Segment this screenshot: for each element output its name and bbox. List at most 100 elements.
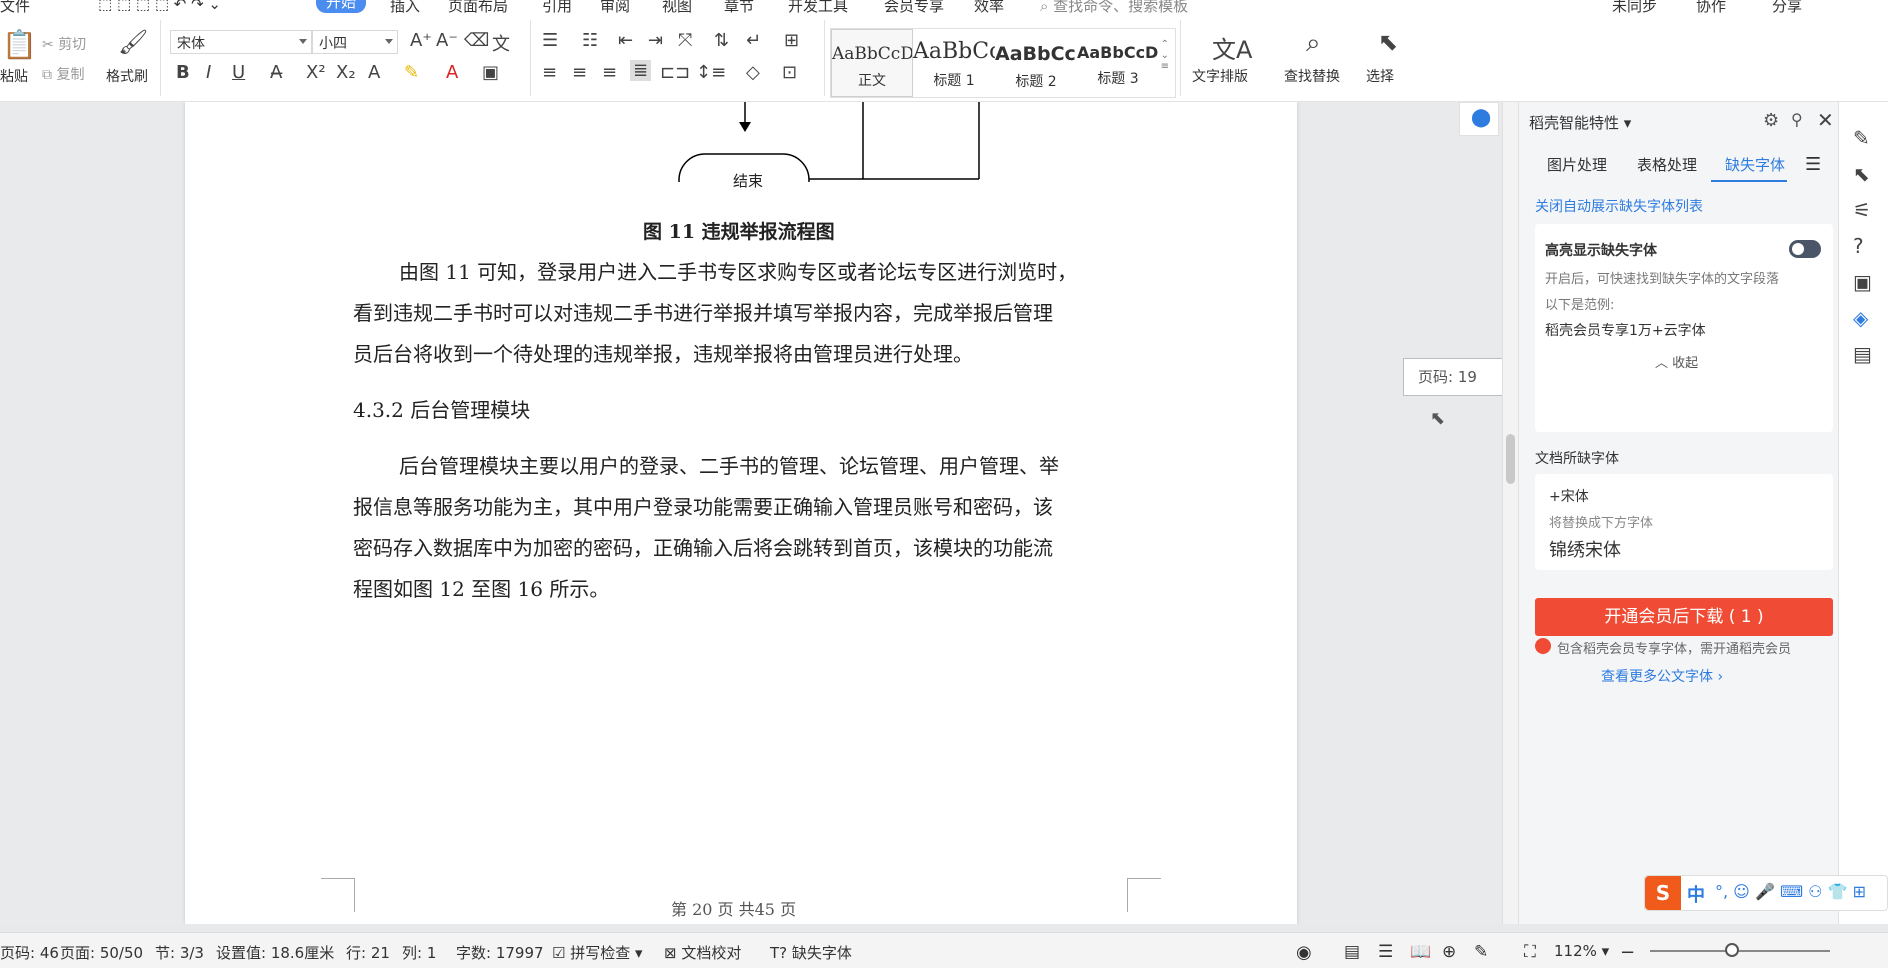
share-button[interactable]: 分享 [1772,0,1802,14]
phonetic-icon[interactable]: 文 [492,30,510,56]
tab-table[interactable]: 表格处理 [1637,154,1697,175]
vertical-scrollbar[interactable] [1502,102,1518,924]
sogou-logo-icon[interactable]: S [1645,876,1681,910]
sync-status[interactable]: 未同步 [1612,0,1657,14]
collapse-button[interactable]: ︿ 收起 [1655,352,1698,371]
italic-icon[interactable]: I [206,62,211,83]
status-setting[interactable]: 设置值: 18.6厘米 [216,942,334,963]
menu-devtools[interactable]: 开发工具 [788,0,848,14]
cursor-select-icon[interactable]: ⬉ [1378,28,1398,56]
quick-access-icons[interactable]: ⬚ ⬚ ⬚ ⬚ ↶ ↷ ⌄ [98,0,221,13]
borders-icon[interactable]: ⊡ [782,62,797,83]
grow-font-icon[interactable]: A⁺ [410,30,432,51]
location-pin[interactable]: ⬤ [1459,102,1499,136]
document-page[interactable]: 结束 图 11 违规举报流程图 由图 11 可知，登录用户进入二手书专区求购专区… [185,102,1297,924]
align-right-icon[interactable]: ≡ [602,62,617,83]
style-heading-1[interactable]: AaBbCc 标题 1 [913,29,995,97]
copy-button[interactable]: ⧉ 复制 [42,64,84,84]
chinese-layout-icon[interactable]: ⤧ [678,30,692,51]
shrink-font-icon[interactable]: A⁻ [436,30,458,51]
font-name-select[interactable]: 宋体 [170,30,312,54]
help-icon[interactable]: ? [1853,234,1864,258]
table-borders-icon[interactable]: ⊞ [784,30,799,51]
read-view-icon[interactable]: 📖 [1410,942,1431,962]
align-center-icon[interactable]: ≡ [572,62,587,83]
close-icon[interactable]: ✕ [1817,108,1834,132]
smart-feature-icon[interactable]: ◈ [1853,306,1868,330]
page-view-icon[interactable]: ▤ [1344,942,1360,962]
eye-icon[interactable]: ◉ [1296,942,1312,963]
font-color-icon[interactable]: A [446,62,458,83]
sort-icon[interactable]: ⇅ [714,30,729,51]
text-layout-button[interactable]: 文字排版 [1192,66,1248,86]
status-words[interactable]: 字数: 17997 [456,942,544,963]
zoom-slider[interactable] [1650,950,1830,952]
paste-button[interactable]: 粘贴 [0,66,28,86]
scroll-thumb[interactable] [1506,434,1515,484]
write-mode-icon[interactable]: ✎ [1474,942,1488,962]
status-section[interactable]: 节: 3/3 [155,942,204,963]
settings-sliders-icon[interactable]: ⚟ [1853,198,1871,222]
paste-icon[interactable]: 📋 [2,28,37,61]
show-marks-icon[interactable]: ↵ [746,30,761,51]
char-border-icon[interactable]: ▣ [482,62,499,83]
clear-format-icon[interactable]: ⌫ [464,30,489,51]
style-heading-2[interactable]: AaBbCcI 标题 2 [995,29,1077,97]
panel-title[interactable]: 稻壳智能特性 ▾ [1529,112,1631,133]
text-effect-icon[interactable]: A [368,62,380,83]
style-heading-3[interactable]: AaBbCcDd 标题 3 [1077,29,1159,97]
find-replace-button[interactable]: 查找替换 [1284,66,1340,86]
menu-review[interactable]: 审阅 [600,0,630,14]
bullet-list-icon[interactable]: ☰ [542,30,558,51]
ime-mode[interactable]: 中 [1687,881,1705,907]
status-row[interactable]: 行: 21 [346,942,390,963]
text-layout-icon[interactable]: 文A [1212,30,1252,65]
menu-home[interactable]: 开始 [316,0,367,13]
close-auto-link[interactable]: 关闭自动展示缺失字体列表 [1535,196,1703,216]
image-icon[interactable]: ▣ [1853,270,1872,294]
zoom-level[interactable]: 112% ▾ [1554,942,1609,960]
menu-reference[interactable]: 引用 [542,0,572,14]
format-painter-button[interactable]: 格式刷 [106,66,148,86]
menu-insert[interactable]: 插入 [390,0,420,14]
justify-icon[interactable]: ≣ [630,60,652,81]
menu-member[interactable]: 会员专享 [884,0,944,14]
zoom-out-icon[interactable]: − [1620,942,1635,963]
outline-view-icon[interactable]: ☰ [1378,942,1393,962]
numbered-list-icon[interactable]: ☷ [582,30,598,51]
superscript-icon[interactable]: X² [306,62,326,83]
align-left-icon[interactable]: ≡ [542,62,557,83]
style-normal[interactable]: AaBbCcDd 正文 [831,29,913,97]
more-fonts-link[interactable]: 查看更多公文字体 › [1601,666,1723,686]
menu-chapter[interactable]: 章节 [724,0,754,14]
ime-tools-icon[interactable]: °, ☺ 🎤 ⌨ ⚇ 👕 ⊞ [1715,882,1866,901]
find-icon[interactable]: ⌕ [1306,28,1321,59]
increase-indent-icon[interactable]: ⇥ [648,30,663,51]
status-col[interactable]: 列: 1 [402,942,436,963]
menu-efficiency[interactable]: 效率 [974,0,1004,14]
fit-page-icon[interactable]: ⛶ [1524,942,1536,962]
tab-image[interactable]: 图片处理 [1547,154,1607,175]
status-page-code[interactable]: 页码: 46 [0,942,59,963]
pen-icon[interactable]: ✎ [1853,126,1870,150]
spell-check-button[interactable]: ☑ 拼写检查 ▾ [552,942,643,963]
select-button[interactable]: 选择 [1366,66,1394,86]
decrease-indent-icon[interactable]: ⇤ [618,30,633,51]
distribute-icon[interactable]: ⊏⊐ [660,62,690,83]
download-button[interactable]: 开通会员后下载 ( 1 ) [1535,598,1833,636]
web-view-icon[interactable]: ⊕ [1442,942,1456,962]
gear-icon[interactable]: ⚙ [1763,110,1779,131]
underline-icon[interactable]: U [232,62,245,83]
status-pages[interactable]: 页面: 50/50 [60,942,143,963]
bold-icon[interactable]: B [176,62,190,83]
pointer-icon[interactable]: ⬉ [1853,162,1870,186]
pin-panel-icon[interactable]: ⚲ [1791,110,1803,129]
zoom-knob[interactable] [1725,943,1739,957]
collab-button[interactable]: 协作 [1696,0,1726,14]
subscript-icon[interactable]: X₂ [336,62,356,83]
style-more-icon[interactable]: ⌃ ⌄ ≡ [1161,39,1169,72]
missing-font-button[interactable]: T? 缺失字体 [770,942,852,963]
format-painter-icon[interactable]: 🖌 [118,28,148,56]
highlight-toggle[interactable] [1789,240,1821,258]
menu-icon[interactable]: ☰ [1805,154,1821,175]
